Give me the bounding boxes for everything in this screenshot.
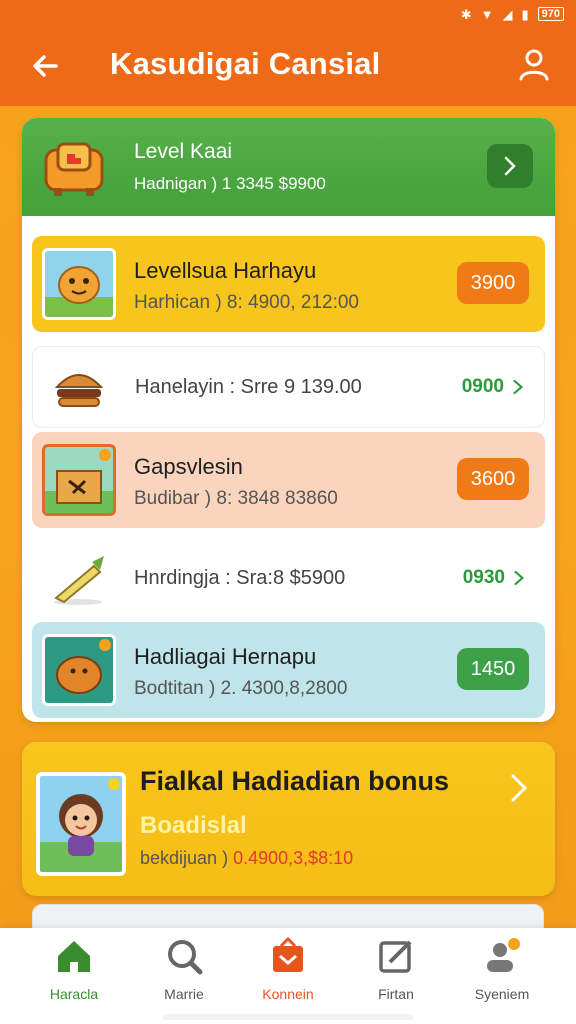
arrow-left-icon <box>33 55 58 77</box>
item-price-link[interactable]: 0900 <box>462 376 524 398</box>
nav-item-profile[interactable]: Syeniem <box>447 936 557 1006</box>
corn-icon <box>54 556 104 605</box>
item-price-badge[interactable]: 1450 <box>457 648 529 690</box>
nav-item-home[interactable]: Haracla <box>19 936 129 1006</box>
home-icon <box>58 941 90 972</box>
bonus-detail-label: bekdijuan ) <box>140 848 234 868</box>
bonus-title: Fialkal Hadiadian bonus <box>140 766 450 796</box>
nav-item-search[interactable]: Marrie <box>129 936 239 1006</box>
list-item[interactable]: Gapsvlesin Budibar ) 8: 3848 83860 3600 <box>32 432 545 528</box>
item-title: Levellsua Harhayu <box>134 258 317 283</box>
status-bar: ✱ ▼ ◢ ▮ 970 <box>0 0 576 28</box>
hero-title: Level Kaai <box>134 140 233 163</box>
profile-icon <box>487 938 520 972</box>
page-title: Kasudigai Cansial <box>110 46 381 81</box>
bottom-nav: Haracla Marrie Konnein Firtan Syeniem <box>0 928 576 1024</box>
profile-button[interactable] <box>514 44 554 84</box>
user-icon <box>519 49 549 81</box>
app-bar: Kasudigai Cansial <box>0 28 576 106</box>
back-button[interactable] <box>26 46 66 86</box>
hero-open-button[interactable] <box>487 144 533 188</box>
item-label: Hanelayin : Srre 9 139.00 <box>135 376 362 398</box>
wifi-icon: ▼ <box>480 6 494 22</box>
battery-level: 970 <box>537 7 564 21</box>
item-price-link[interactable]: 0930 <box>463 567 525 589</box>
item-subtitle: Harhican ) 8: 4900, 212:00 <box>134 292 359 313</box>
item-thumbnail <box>42 444 116 516</box>
nav-label: Haracla <box>49 986 99 1002</box>
level-list-card: Level Kaai Hadnigan ) 1 3345 $9900 Level… <box>22 118 555 722</box>
bonus-detail-value: 0.4900,3,$8:10 <box>233 848 354 868</box>
list-item[interactable]: Hanelayin : Srre 9 139.00 0900 <box>32 346 545 428</box>
edit-icon <box>379 940 412 973</box>
battery-icon: ▮ <box>521 6 529 22</box>
nav-label: Marrie <box>164 986 204 1002</box>
girl-character-icon <box>40 778 122 872</box>
nav-item-edit[interactable]: Firtan <box>341 936 451 1006</box>
chevron-right-icon <box>514 570 525 586</box>
pot-character-icon <box>56 639 111 694</box>
nav-item-shop[interactable]: Konnein <box>233 936 343 1006</box>
burger-icon <box>54 374 104 407</box>
bonus-detail: bekdijuan ) 0.4900,3,$8:10 <box>140 848 353 869</box>
chevron-right-icon <box>513 379 524 395</box>
bluetooth-icon: ✱ <box>460 6 472 22</box>
hero-subtitle: Hadnigan ) 1 3345 $9900 <box>134 174 326 193</box>
home-indicator <box>163 1014 413 1020</box>
bread-character-icon <box>45 266 113 317</box>
search-icon <box>168 940 203 975</box>
signal-icon: ◢ <box>502 6 513 22</box>
item-subtitle: Bodtitan ) 2. 4300,8,2800 <box>134 678 348 699</box>
item-price: 0900 <box>461 376 504 397</box>
chest-icon <box>44 142 104 196</box>
chevron-right-icon <box>504 156 516 176</box>
nav-label: Konnein <box>262 986 314 1002</box>
item-subtitle: Budibar ) 8: 3848 83860 <box>134 488 338 509</box>
bonus-thumbnail <box>36 772 126 876</box>
gift-box-icon <box>45 449 113 513</box>
bonus-card[interactable]: Fialkal Hadiadian bonus Boadislal bekdij… <box>22 742 555 896</box>
chevron-right-icon[interactable] <box>505 768 533 808</box>
list-item[interactable]: Levellsua Harhayu Harhican ) 8: 4900, 21… <box>32 236 545 332</box>
item-thumbnail <box>42 634 116 706</box>
item-price: 0930 <box>462 567 505 588</box>
item-thumbnail <box>42 248 116 320</box>
hero-level-banner[interactable]: Level Kaai Hadnigan ) 1 3345 $9900 <box>22 118 555 216</box>
item-label: Hnrdingja : Sra:8 $5900 <box>134 567 346 589</box>
list-item[interactable]: Hadliagai Hernapu Bodtitan ) 2. 4300,8,2… <box>32 622 545 718</box>
nav-label: Firtan <box>378 986 414 1002</box>
item-title: Hadliagai Hernapu <box>134 644 317 669</box>
list-item[interactable]: Hnrdingja : Sra:8 $5900 0930 <box>32 538 545 620</box>
bag-icon <box>273 936 303 972</box>
item-price-badge[interactable]: 3900 <box>457 262 529 304</box>
item-price-badge[interactable]: 3600 <box>457 458 529 500</box>
item-title: Gapsvlesin <box>134 454 243 479</box>
bonus-subtitle: Boadislal <box>140 812 247 839</box>
nav-label: Syeniem <box>474 986 530 1002</box>
